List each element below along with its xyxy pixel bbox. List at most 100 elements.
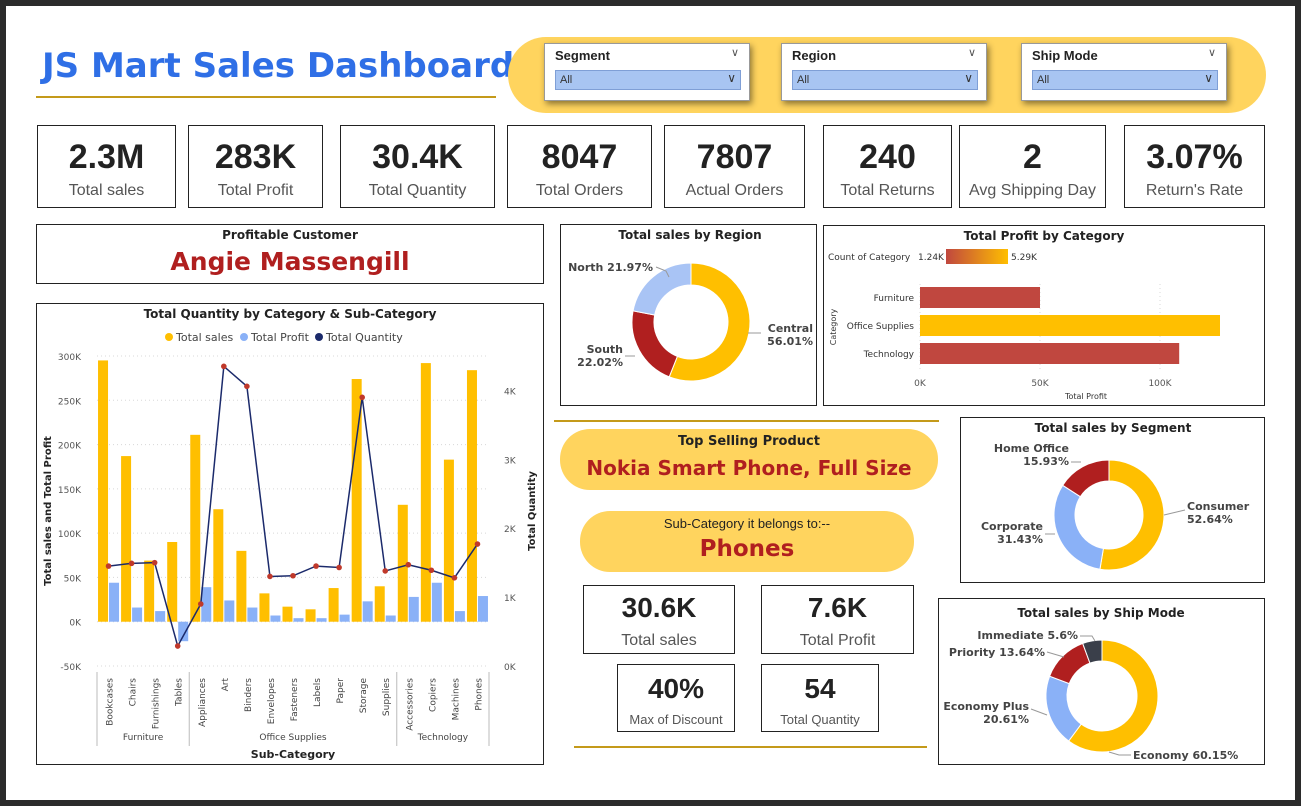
kpi-value: 8047 [541,138,618,176]
profit-bar [477,596,488,622]
profit-bar [431,582,442,622]
y-axis-label: Category [829,308,838,345]
kpi-label: Return's Rate [1145,182,1244,199]
slicer-value: All [1037,74,1050,86]
segment-slicer[interactable]: Segment ∨ All ∨ [544,43,750,101]
color-legend-title: Count of Category [828,253,911,263]
chart-title: Total sales by Region [618,228,761,242]
donut-slice [1099,459,1165,571]
y2-tick-label: 1K [504,594,517,604]
x-tick-label: Phones [474,678,484,711]
y2-tick-label: 2K [504,525,517,535]
donut-slice [1053,484,1104,570]
chevron-down-icon: ∨ [1204,71,1213,85]
ship-mode-slicer[interactable]: Ship Mode ∨ All ∨ [1021,43,1227,101]
leader-line [1163,509,1186,516]
region-slicer[interactable]: Region ∨ All ∨ [781,43,987,101]
kpi-label: Total sales [621,632,697,649]
segment-chart-panel: Total sales by Segment Consumer 52.64% Corp… [960,417,1265,583]
profit-bar [316,618,327,622]
kpi-label: Max of Discount [629,712,723,727]
x-axis-label: Sub-Category [251,748,335,761]
chevron-down-icon[interactable]: ∨ [968,46,976,59]
dashboard-canvas: JS Mart Sales Dashboard Segment ∨ All ∨ … [6,6,1295,800]
y-tick-label: -50K [60,663,82,673]
kpi-card: 240 Total Returns [823,125,952,208]
y-tick-label: 50K [64,574,82,584]
sales-bar [328,588,339,622]
quantity-point [151,559,158,566]
donut-slice [1048,642,1091,685]
sales-bar [236,550,247,622]
region-dropdown[interactable]: All ∨ [792,70,978,90]
kpi-value: 54 [804,673,836,704]
chevron-down-icon[interactable]: ∨ [1208,46,1216,59]
quantity-point [359,394,365,401]
sales-bar [443,459,454,622]
slicer-title: Segment [555,48,610,63]
quantity-point [105,563,112,569]
subcategory-name: Phones [699,536,795,562]
region-donut-chart: Total sales by Region Central56.01% South2… [568,228,813,382]
y-tick-label: 150K [58,486,82,496]
product-name: Nokia Smart Phone, Full Size [586,456,912,480]
customer-name: Angie Massengill [170,247,410,276]
y-tick-label: Furniture [874,294,915,304]
slice-label: Immediate 5.6% [977,629,1078,642]
color-legend-bar [946,249,1008,264]
slice-label: North 21.97% [568,261,653,274]
kpi-label: Total Orders [535,182,624,199]
x-tick-label: Chairs [129,678,139,707]
category-bar [920,315,1220,336]
y-tick-label: 100K [58,530,82,540]
quantity-point [428,567,435,574]
quantity-point [197,601,204,607]
slice-pct-label: 15.93% [1023,455,1069,468]
group-label: Technology [417,733,469,743]
profit-bar [362,601,373,622]
kpi-value: 283K [214,138,297,176]
ship-mode-dropdown[interactable]: All ∨ [1032,70,1218,90]
segment-dropdown[interactable]: All ∨ [555,70,741,90]
leader-line [1046,651,1065,658]
kpi-value: 7807 [696,138,773,176]
x-tick-label: Fasteners [290,678,300,722]
card-title: Sub-Category it belongs to:-- [663,516,831,531]
y-axis-label: Total sales and Total Profit [43,436,54,586]
top-product-card: Top Selling Product Nokia Smart Phone, F… [560,429,938,490]
x-tick-label: 100K [1148,379,1172,389]
sales-bar [374,586,385,622]
quantity-point [128,560,135,567]
quantity-point [290,572,296,579]
group-label: Furniture [123,733,164,743]
slice-name-label: Central [768,322,813,335]
kpi-value: 7.6K [807,592,868,623]
x-tick-label: Machines [451,678,461,721]
title-underline [36,96,496,98]
sales-bar [98,360,109,622]
slicer-title: Ship Mode [1032,48,1098,63]
slice-name-label: Consumer [1187,500,1250,513]
color-legend-min: 1.24K [918,253,945,263]
x-tick-label: Supplies [382,678,392,716]
quantity-point [174,643,181,649]
divider [554,420,939,422]
quantity-point [244,383,250,390]
sales-bar [167,542,178,622]
chevron-down-icon[interactable]: ∨ [731,46,739,59]
x-tick-label: Labels [313,678,323,707]
legend-marker [315,333,323,341]
quantity-point [267,573,273,580]
x-tick-label: Tables [175,678,185,707]
y-tick-label: 300K [58,353,82,363]
kpi-value: 2.3M [68,138,145,176]
kpi-card: 2.3M Total sales [37,125,176,208]
slicer-value: All [797,74,810,86]
y2-tick-label: 3K [504,456,517,466]
slice-pct-label: 31.43% [997,533,1043,546]
sales-bar [305,609,316,622]
sales-bar [190,434,201,622]
sales-bar [282,606,293,622]
kpi-value: 30.6K [621,592,697,623]
sales-bar [466,370,477,622]
